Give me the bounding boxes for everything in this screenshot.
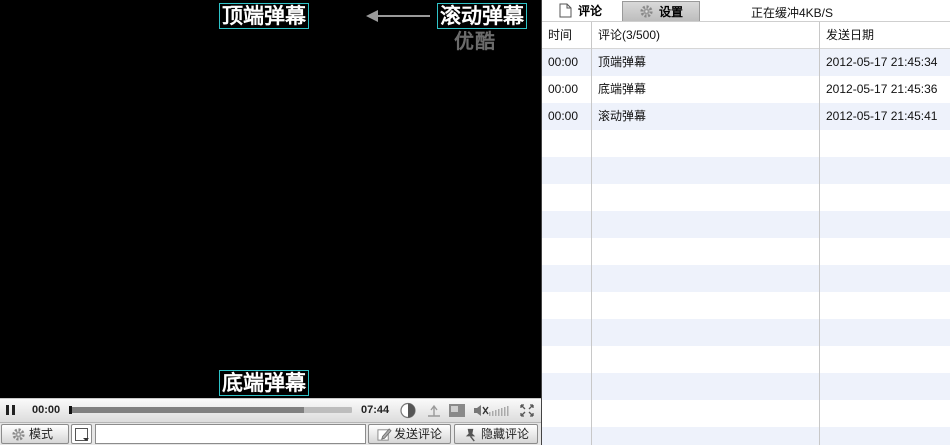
table-row[interactable]: 00:00 底端弹幕 2012-05-17 21:45:36 xyxy=(542,76,950,103)
panel-tabs: 评论 设置 正在缓冲4KB/S xyxy=(542,0,950,22)
empty-table-row xyxy=(542,427,950,445)
column-header-date[interactable]: 发送日期 xyxy=(826,22,874,49)
youku-logo: 优酷 xyxy=(454,29,496,53)
comment-input-bar: 模式 发送评论 隐藏评论 xyxy=(0,422,541,445)
progress-fill xyxy=(69,407,304,413)
screen-size-icon[interactable] xyxy=(448,402,466,419)
comment-table: 时间 评论(3/500) 发送日期 00:00 顶端弹幕 2012-05-17 21… xyxy=(542,22,950,445)
chevron-down-icon xyxy=(83,438,89,441)
comment-text: 底端弹幕 xyxy=(598,82,647,96)
pin-icon xyxy=(465,428,476,442)
tab-settings[interactable]: 设置 xyxy=(622,1,700,21)
empty-table-row xyxy=(542,211,950,238)
tab-comments[interactable]: 评论 xyxy=(550,1,620,21)
progress-handle[interactable] xyxy=(69,406,72,414)
progress-bar[interactable] xyxy=(69,406,352,414)
column-header-time[interactable]: 时间 xyxy=(548,22,572,49)
empty-table-row xyxy=(542,265,950,292)
empty-table-row xyxy=(542,184,950,211)
left-arrow-icon xyxy=(366,10,430,22)
column-header-comment[interactable]: 评论(3/500) xyxy=(598,22,660,49)
video-screen[interactable]: 顶端弹幕 滚动弹幕 优酷 底端弹幕 xyxy=(0,0,541,398)
send-comment-button[interactable]: 发送评论 xyxy=(368,424,451,444)
column-divider xyxy=(591,22,592,445)
edit-icon xyxy=(377,428,392,441)
hide-comments-button[interactable]: 隐藏评论 xyxy=(454,424,538,444)
fullscreen-icon[interactable] xyxy=(518,402,536,419)
comment-input[interactable] xyxy=(95,424,366,444)
empty-table-row xyxy=(542,130,950,157)
comment-time: 00:00 xyxy=(548,82,579,96)
pause-icon xyxy=(12,405,15,415)
comment-date: 2012-05-17 21:45:41 xyxy=(826,109,938,123)
tab-comments-label: 评论 xyxy=(578,4,603,18)
comment-date: 2012-05-17 21:45:36 xyxy=(826,82,938,96)
buffer-status: 正在缓冲4KB/S xyxy=(751,6,834,20)
empty-table-row xyxy=(542,400,950,427)
empty-table-row xyxy=(542,319,950,346)
pause-icon xyxy=(6,405,9,415)
gear-icon xyxy=(640,5,653,18)
brightness-icon[interactable] xyxy=(399,402,417,419)
comment-text: 滚动弹幕 xyxy=(598,109,647,123)
mode-button[interactable]: 模式 xyxy=(1,424,69,444)
loop-icon[interactable] xyxy=(425,402,443,419)
comment-time: 00:00 xyxy=(548,109,579,123)
table-row[interactable]: 00:00 滚动弹幕 2012-05-17 21:45:41 xyxy=(542,103,950,130)
hide-comments-label: 隐藏评论 xyxy=(481,427,530,441)
table-row[interactable]: 00:00 顶端弹幕 2012-05-17 21:45:34 xyxy=(542,49,950,76)
comment-time: 00:00 xyxy=(548,55,579,69)
empty-table-row xyxy=(542,238,950,265)
table-body: 00:00 顶端弹幕 2012-05-17 21:45:34 00:00 底端弹幕 201… xyxy=(542,49,950,445)
comment-text: 顶端弹幕 xyxy=(598,55,647,69)
danmaku-bottom: 底端弹幕 xyxy=(219,370,309,396)
send-comment-label: 发送评论 xyxy=(394,427,443,441)
gear-icon xyxy=(12,428,25,441)
empty-table-row xyxy=(542,346,950,373)
empty-table-row xyxy=(542,373,950,400)
color-picker-button[interactable] xyxy=(71,424,92,444)
danmaku-top: 顶端弹幕 xyxy=(219,3,309,29)
current-time: 00:00 xyxy=(32,404,61,416)
total-time: 07:44 xyxy=(361,404,390,416)
tab-settings-label: 设置 xyxy=(659,5,684,19)
document-icon xyxy=(559,3,572,18)
mode-button-label: 模式 xyxy=(29,427,54,441)
comment-date: 2012-05-17 21:45:34 xyxy=(826,55,938,69)
empty-table-row xyxy=(542,157,950,184)
pause-button[interactable] xyxy=(6,405,16,416)
player-control-bar: 00:00 07:44 xyxy=(0,398,541,422)
empty-table-row xyxy=(542,292,950,319)
volume-slider[interactable] xyxy=(488,404,510,416)
table-header: 时间 评论(3/500) 发送日期 xyxy=(542,22,950,49)
column-divider xyxy=(819,22,820,445)
comment-panel: 评论 设置 正在缓冲4KB/S 时间 评论(3/500) 发送日期 00:00 顶… xyxy=(541,0,950,445)
